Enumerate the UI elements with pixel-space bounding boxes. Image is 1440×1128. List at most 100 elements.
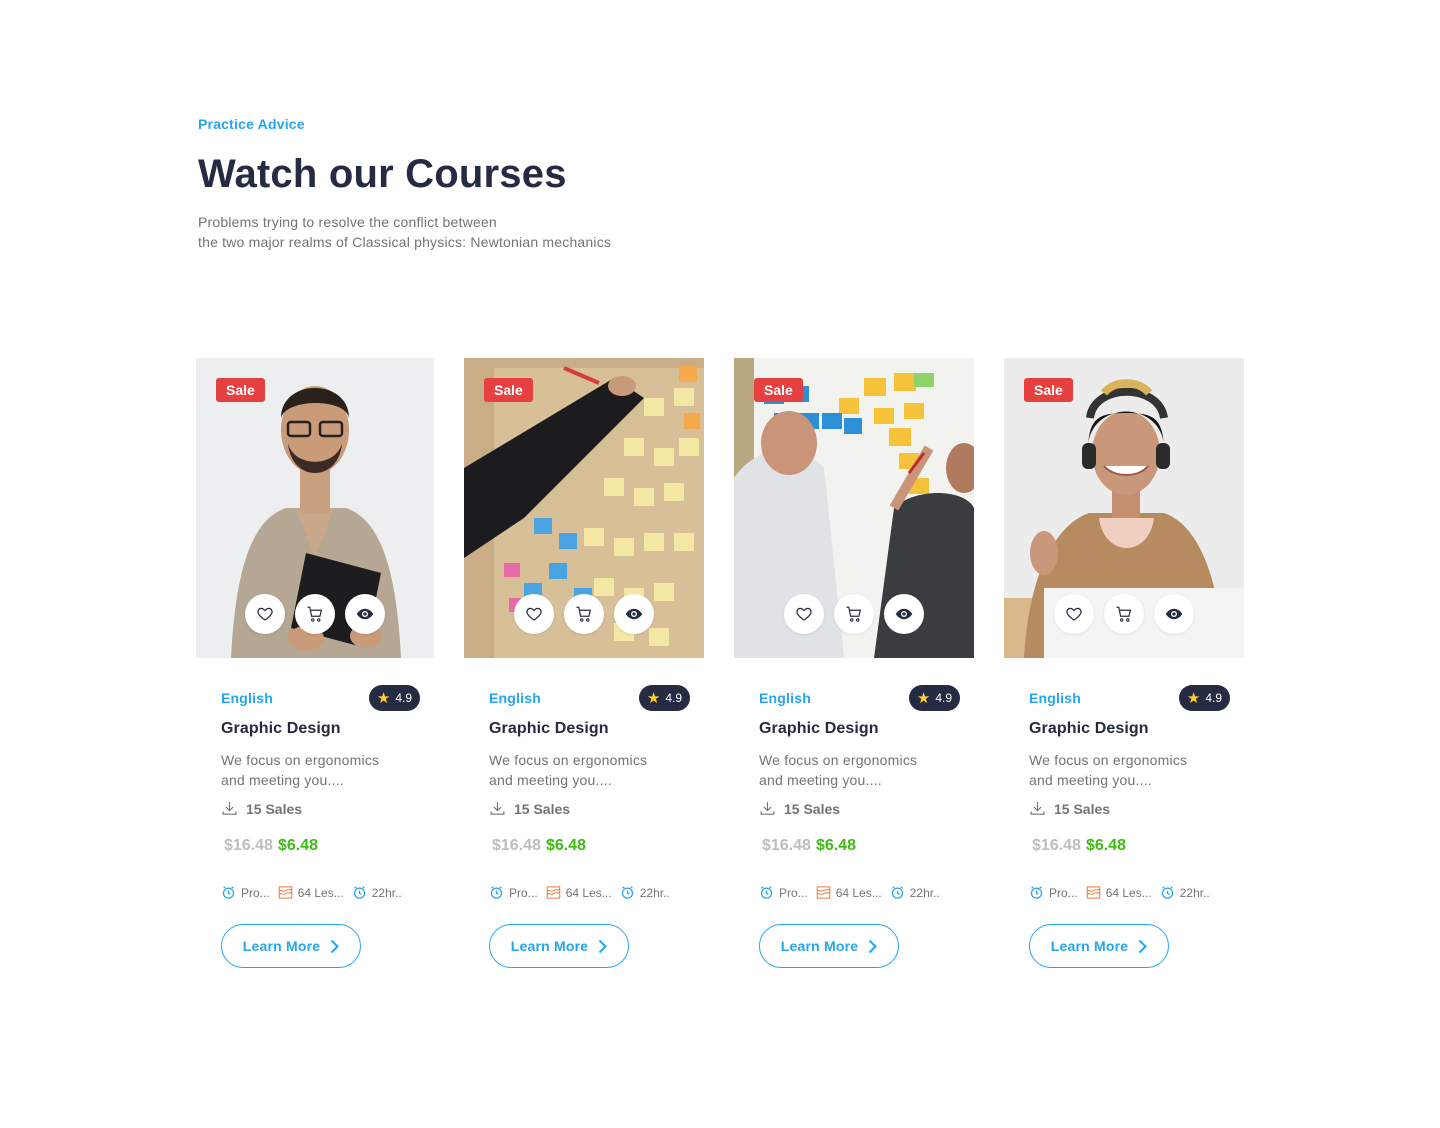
course-title[interactable]: Graphic Design: [221, 720, 409, 738]
course-card[interactable]: Sale English ★ 4.9 Graphic Design We foc…: [196, 358, 434, 968]
cart-icon: [846, 606, 862, 622]
learn-more-label: Learn More: [780, 938, 859, 954]
wishlist-button[interactable]: [245, 594, 285, 634]
meta-progress: Pro...: [759, 885, 808, 900]
cart-icon: [1116, 606, 1132, 622]
chevron-right-icon: [331, 939, 340, 953]
old-price: $16.48: [1032, 837, 1081, 854]
eye-icon: [1165, 608, 1183, 620]
eye-icon: [895, 608, 913, 620]
course-card[interactable]: Sale English ★ 4.9 Graphic Design We foc…: [734, 358, 974, 968]
course-card-body: English ★ 4.9 Graphic Design We focus on…: [464, 658, 704, 968]
old-price: $16.48: [492, 837, 541, 854]
add-to-cart-button[interactable]: [1104, 594, 1144, 634]
wishlist-button[interactable]: [1054, 594, 1094, 634]
course-title[interactable]: Graphic Design: [489, 720, 679, 738]
download-icon: [1030, 802, 1045, 815]
sales-label: 15 Sales: [784, 800, 841, 817]
meta-lessons-label: 64 Les...: [835, 885, 882, 900]
wishlist-button[interactable]: [784, 594, 824, 634]
quick-view-button[interactable]: [345, 594, 385, 634]
course-description: We focus on ergonomics and meeting you..…: [1029, 750, 1219, 790]
heart-icon: [796, 607, 812, 621]
sales-count: 15 Sales: [1029, 800, 1219, 817]
sale-badge: Sale: [754, 378, 803, 402]
heart-icon: [526, 607, 542, 621]
sales-label: 15 Sales: [514, 800, 571, 817]
star-icon: ★: [646, 689, 661, 707]
meta-progress-label: Pro...: [241, 885, 270, 900]
heart-icon: [257, 607, 273, 621]
meta-progress: Pro...: [221, 885, 270, 900]
add-to-cart-button[interactable]: [295, 594, 335, 634]
quick-actions: [734, 594, 974, 634]
course-image-sticky-notes-wall[interactable]: Sale: [464, 358, 704, 658]
course-card[interactable]: Sale English ★ 4.9 Graphic Design We foc…: [464, 358, 704, 968]
description-line: We focus on ergonomics: [1029, 752, 1188, 768]
meta-duration: 22hr..: [890, 885, 940, 900]
course-language[interactable]: English: [1029, 690, 1081, 706]
course-language[interactable]: English: [759, 690, 811, 706]
rating-value: 4.9: [1205, 691, 1222, 705]
price-row: $16.48 $6.48: [489, 837, 679, 855]
sale-badge: Sale: [484, 378, 533, 402]
learn-more-button[interactable]: Learn More: [759, 924, 899, 968]
course-meta: Pro... 64 Les... 22hr..: [489, 885, 679, 900]
meta-lessons-label: 64 Les...: [1105, 885, 1152, 900]
old-price: $16.48: [762, 837, 811, 854]
rating-value: 4.9: [665, 691, 682, 705]
chevron-right-icon: [599, 939, 608, 953]
cart-icon: [576, 606, 592, 622]
course-description: We focus on ergonomics and meeting you..…: [221, 750, 409, 790]
alarm-clock-icon: [621, 886, 633, 899]
course-title[interactable]: Graphic Design: [759, 720, 949, 738]
rating-value: 4.9: [935, 691, 952, 705]
meta-duration: 22hr..: [620, 885, 670, 900]
download-icon: [760, 802, 775, 815]
quick-view-button[interactable]: [1154, 594, 1194, 634]
meta-duration-label: 22hr..: [909, 885, 940, 900]
course-image-man-with-notebook[interactable]: Sale: [196, 358, 434, 658]
alarm-clock-icon: [1161, 886, 1173, 899]
chevron-right-icon: [1139, 939, 1148, 953]
add-to-cart-button[interactable]: [834, 594, 874, 634]
quick-actions: [464, 594, 704, 634]
heart-icon: [1066, 607, 1082, 621]
course-image-whiteboard-planning[interactable]: Sale: [734, 358, 974, 658]
description-line: and meeting you....: [759, 772, 882, 788]
quick-actions: [196, 594, 434, 634]
eye-icon: [625, 608, 643, 620]
course-card-body: English ★ 4.9 Graphic Design We focus on…: [1004, 658, 1244, 968]
rating-badge: ★ 4.9: [638, 685, 690, 711]
add-to-cart-button[interactable]: [564, 594, 604, 634]
meta-progress: Pro...: [1029, 885, 1078, 900]
course-language[interactable]: English: [489, 690, 541, 706]
chart-waves-icon: [546, 886, 560, 899]
course-meta: Pro... 64 Les... 22hr..: [1029, 885, 1219, 900]
sales-count: 15 Sales: [489, 800, 679, 817]
wishlist-button[interactable]: [514, 594, 554, 634]
sales-label: 15 Sales: [1054, 800, 1111, 817]
course-title[interactable]: Graphic Design: [1029, 720, 1219, 738]
course-card[interactable]: Sale English ★ 4.9 Graphic Design We foc…: [1004, 358, 1244, 968]
description-line: We focus on ergonomics: [759, 752, 918, 768]
description-line: and meeting you....: [221, 772, 344, 788]
description-line: and meeting you....: [1029, 772, 1152, 788]
chart-waves-icon: [816, 886, 830, 899]
alarm-clock-icon: [353, 886, 365, 899]
quick-view-button[interactable]: [884, 594, 924, 634]
price-row: $16.48 $6.48: [759, 837, 949, 855]
quick-view-button[interactable]: [614, 594, 654, 634]
course-language[interactable]: English: [221, 690, 273, 706]
old-price: $16.48: [224, 837, 273, 854]
new-price: $6.48: [277, 837, 318, 854]
learn-more-button[interactable]: Learn More: [221, 924, 361, 968]
meta-duration-label: 22hr..: [1179, 885, 1210, 900]
alarm-clock-icon: [891, 886, 903, 899]
course-image-woman-with-headphones[interactable]: Sale: [1004, 358, 1244, 658]
subtitle-line: Problems trying to resolve the conflict …: [198, 214, 497, 230]
learn-more-button[interactable]: Learn More: [489, 924, 629, 968]
new-price: $6.48: [815, 837, 856, 854]
learn-more-button[interactable]: Learn More: [1029, 924, 1169, 968]
star-icon: ★: [376, 689, 391, 707]
